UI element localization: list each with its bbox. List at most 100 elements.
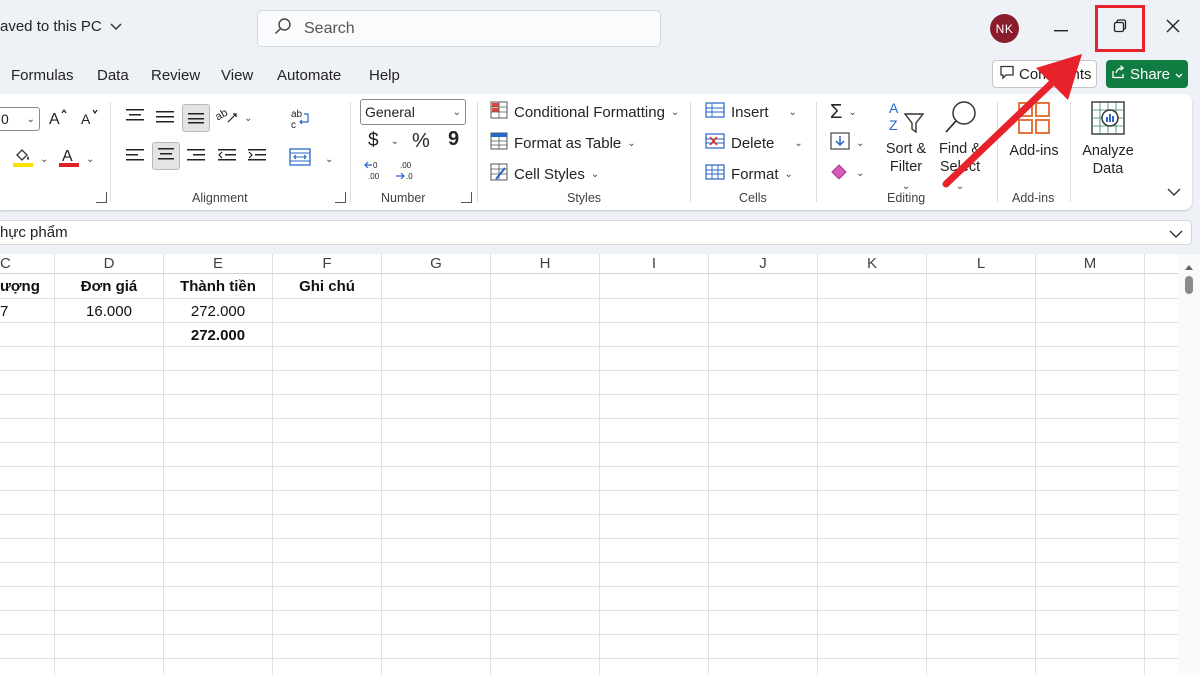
column-header-g[interactable]: G [382, 254, 491, 274]
gridline [0, 514, 1178, 515]
column-letter: D [103, 255, 115, 272]
decrease-indent-icon [217, 148, 237, 168]
column-header-n[interactable] [1145, 254, 1178, 274]
chevron-down-icon: ⌄ [955, 181, 965, 192]
column-header-l[interactable]: L [927, 254, 1036, 274]
currency-format-button[interactable]: $ ⌄ [368, 130, 399, 152]
insert-cells-button[interactable]: Insert ⌄ [705, 101, 797, 123]
insert-cells-icon [705, 101, 725, 123]
tab-data[interactable]: Data [97, 67, 129, 84]
fill-button[interactable]: ⌄ [830, 132, 864, 154]
document-title[interactable]: aved to this PC [0, 18, 122, 35]
number-group-label: Number [381, 191, 426, 205]
middle-align-button[interactable] [155, 108, 175, 128]
merge-center-button[interactable]: ⌄ [289, 148, 333, 170]
decrease-font-size-button[interactable]: A [80, 108, 100, 130]
add-ins-button[interactable]: Add-ins [1006, 98, 1062, 160]
column-header-j[interactable]: J [709, 254, 818, 274]
format-cells-icon [705, 163, 725, 185]
analyze-data-icon [1078, 98, 1138, 142]
font-size-select[interactable]: 0 ⌄ [0, 107, 40, 131]
column-header-c[interactable]: C [0, 254, 55, 274]
restore-button[interactable] [1095, 5, 1145, 52]
top-align-button[interactable] [125, 108, 145, 128]
column-header-e[interactable]: E [164, 254, 273, 274]
comments-button[interactable]: Comments [992, 60, 1097, 88]
format-as-table-button[interactable]: Format as Table ⌄ [490, 132, 636, 154]
divider [816, 102, 817, 202]
align-center-button[interactable] [152, 142, 180, 170]
close-button[interactable] [1151, 8, 1195, 48]
bottom-align-button[interactable] [182, 104, 210, 132]
column-header-d[interactable]: D [55, 254, 164, 274]
sort-filter-icon: AZ [884, 98, 928, 140]
scrollbar-thumb[interactable] [1185, 276, 1193, 294]
column-header-k[interactable]: K [818, 254, 927, 274]
formula-bar[interactable]: hực phẩm [0, 220, 1192, 245]
gridline [490, 274, 491, 675]
ribbon-expand-button[interactable] [1167, 184, 1181, 201]
cell-c-data[interactable]: 7 [0, 300, 54, 324]
tab-formulas[interactable]: Formulas [11, 67, 74, 84]
cell-d-data[interactable]: 16.000 [55, 300, 163, 324]
column-header-m[interactable]: M [1036, 254, 1145, 274]
autosum-button[interactable]: Σ ⌄ [830, 101, 857, 124]
find-select-button[interactable]: Find & Select ⌄ [936, 98, 984, 196]
sort-filter-button[interactable]: AZ Sort & Filter ⌄ [884, 98, 928, 196]
cell-e-data[interactable]: 272.000 [164, 300, 272, 324]
cell-d-header[interactable]: Đơn giá [55, 275, 163, 299]
number-format-select[interactable]: General ⌄ [360, 99, 466, 125]
worksheet-grid[interactable]: C D E F G H I J K L M ượng Đơn giá Thành… [0, 254, 1178, 675]
search-box[interactable]: Search [257, 10, 661, 47]
svg-text:.00: .00 [368, 172, 380, 181]
delete-cells-button[interactable]: Delete ⌄ [705, 132, 803, 154]
share-button[interactable]: Share [1106, 60, 1188, 88]
number-dialog-launcher[interactable] [461, 192, 472, 203]
cell-e-total[interactable]: 272.000 [164, 324, 272, 348]
tab-view[interactable]: View [221, 67, 253, 84]
cell-f-header[interactable]: Ghi chú [273, 275, 381, 299]
tab-automate[interactable]: Automate [277, 67, 341, 84]
gridline [0, 442, 1178, 443]
analyze-data-button[interactable]: Analyze Data [1078, 98, 1138, 178]
column-header-i[interactable]: I [600, 254, 709, 274]
conditional-formatting-button[interactable]: Conditional Formatting ⌄ [490, 101, 679, 123]
increase-indent-button[interactable] [247, 148, 267, 168]
fill-color-button[interactable]: ⌄ [12, 146, 48, 172]
comma-style-button[interactable]: 9 [448, 128, 459, 151]
tab-help[interactable]: Help [369, 67, 400, 84]
column-letter: G [430, 255, 442, 272]
format-as-table-icon [490, 132, 508, 154]
align-right-button[interactable] [186, 148, 206, 168]
tab-review[interactable]: Review [151, 67, 200, 84]
orientation-button[interactable]: ab ⌄ [213, 106, 252, 130]
decrease-decimal-button[interactable]: .00.0 [395, 160, 417, 186]
cell-c-header[interactable]: ượng [0, 275, 54, 299]
alignment-dialog-launcher[interactable] [335, 192, 346, 203]
avatar[interactable]: NK [990, 14, 1019, 43]
wrap-text-button[interactable]: ab c [290, 108, 312, 134]
align-left-button[interactable] [125, 148, 145, 168]
cell-e-header[interactable]: Thành tiền [164, 275, 272, 299]
clear-button[interactable]: ⌄ [830, 163, 864, 183]
gridline [381, 274, 382, 675]
font-dialog-launcher[interactable] [96, 192, 107, 203]
wrap-text-icon: ab c [290, 108, 312, 134]
comments-label: Comments [1019, 65, 1092, 83]
percent-style-button[interactable]: % [412, 130, 430, 153]
scroll-up-icon[interactable] [1184, 258, 1194, 276]
column-header-f[interactable]: F [273, 254, 382, 274]
column-header-h[interactable]: H [491, 254, 600, 274]
increase-font-size-button[interactable]: A [48, 108, 68, 130]
editing-group-label: Editing [887, 191, 926, 205]
font-color-button[interactable]: A ⌄ [58, 146, 94, 172]
chevron-down-icon[interactable] [1169, 226, 1183, 243]
format-cells-button[interactable]: Format ⌄ [705, 163, 793, 185]
vertical-scrollbar[interactable] [1178, 254, 1200, 675]
increase-decimal-button[interactable]: 0.00 [364, 160, 386, 186]
cell-styles-button[interactable]: Cell Styles ⌄ [490, 163, 599, 185]
minimize-button[interactable] [1039, 8, 1083, 48]
decrease-indent-button[interactable] [217, 148, 237, 168]
chevron-down-icon: ⌄ [26, 113, 35, 125]
orientation-icon: ab [213, 106, 238, 130]
